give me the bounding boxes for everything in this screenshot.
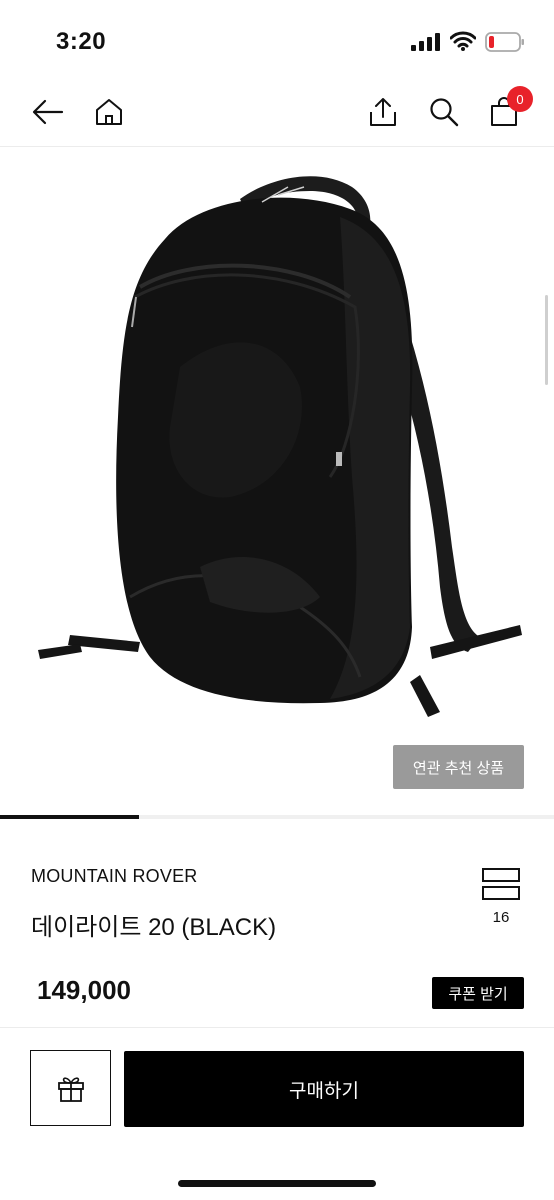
gift-icon: [57, 1077, 84, 1102]
status-time: 3:20: [56, 28, 107, 55]
share-button[interactable]: [363, 92, 403, 132]
related-products-button[interactable]: 연관 추천 상품: [393, 745, 524, 789]
view-mode-button[interactable]: 16: [480, 868, 522, 926]
arrow-left-icon: [32, 99, 64, 125]
gift-button[interactable]: [30, 1050, 111, 1126]
view-count: 16: [492, 909, 510, 926]
back-button[interactable]: [28, 92, 68, 132]
product-title: 데이라이트 20 (BLACK): [31, 914, 277, 941]
home-icon: [96, 99, 122, 125]
top-navigation-bar: [0, 80, 554, 147]
buy-button[interactable]: 구매하기: [124, 1051, 524, 1127]
cart-count-badge: 0: [507, 86, 533, 112]
image-slide-indicator: [0, 815, 139, 819]
stacked-rectangles-icon: [482, 868, 520, 900]
backpack-product-image: [38, 176, 522, 717]
search-icon: [430, 98, 459, 127]
cellular-signal-icon: [411, 33, 440, 51]
divider: [0, 1027, 554, 1028]
product-image-gallery[interactable]: [0, 147, 554, 815]
home-button[interactable]: [89, 92, 129, 132]
get-coupon-button[interactable]: 쿠폰 받기: [432, 977, 524, 1009]
brand-name[interactable]: MOUNTAIN ROVER: [31, 866, 197, 887]
product-price: 149,000: [37, 975, 131, 1005]
battery-low-icon: [485, 32, 524, 52]
status-bar: 3:20: [0, 0, 554, 80]
search-button[interactable]: [424, 92, 464, 132]
image-scrollbar: [545, 295, 548, 385]
wifi-icon: [450, 31, 476, 51]
share-icon: [370, 98, 396, 126]
home-indicator[interactable]: [178, 1180, 376, 1187]
